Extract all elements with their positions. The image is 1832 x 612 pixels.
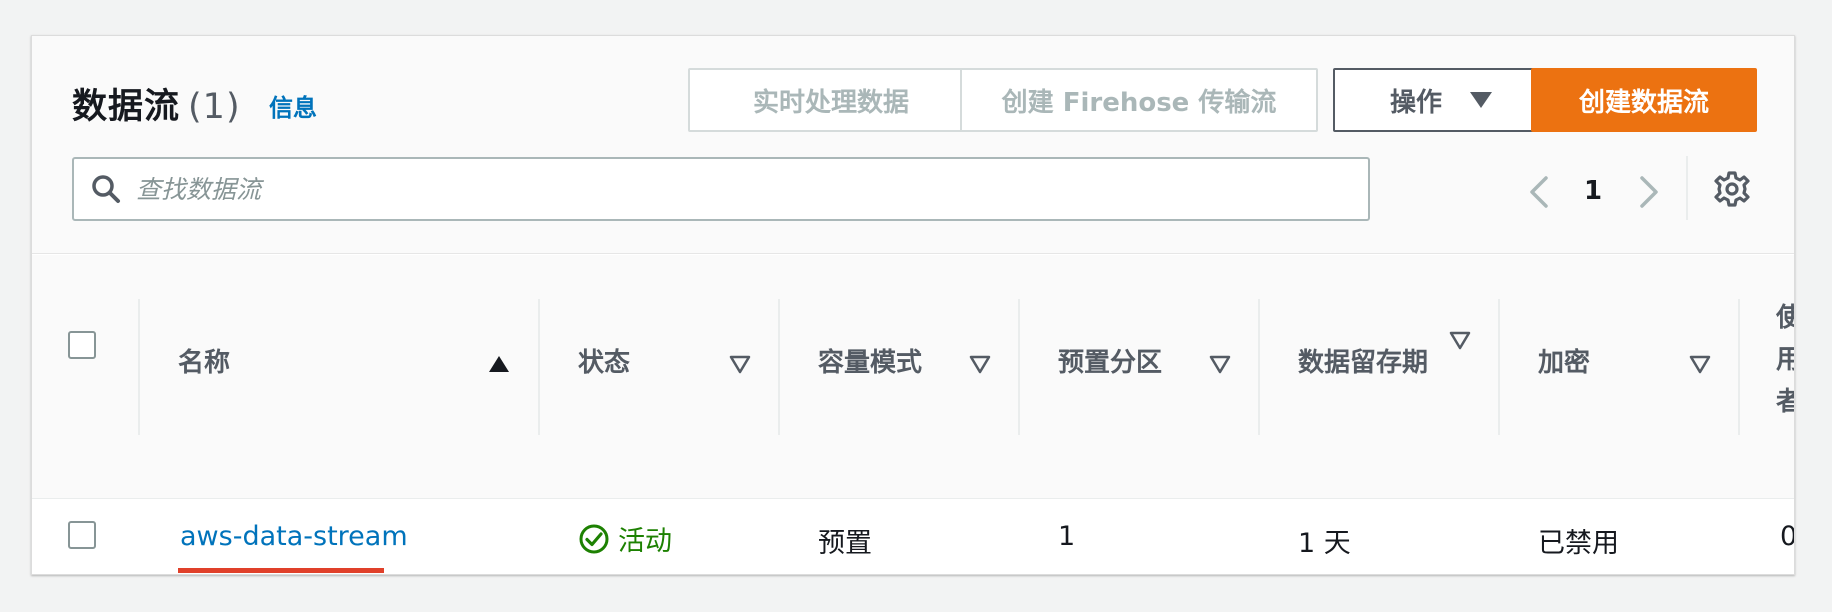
current-page[interactable]: 1	[1584, 176, 1602, 206]
info-link[interactable]: 信息	[269, 88, 317, 123]
search-icon	[92, 175, 120, 203]
column-header-label: 容量模式	[818, 348, 923, 378]
column-header-retention[interactable]: 数据留存期	[1298, 295, 1428, 431]
sort-none-icon[interactable]	[969, 353, 991, 375]
column-header-consumers[interactable]: 使用者	[1776, 297, 1794, 423]
encryption-cell: 已禁用	[1538, 528, 1619, 559]
consumers-cell: 0	[1780, 521, 1794, 552]
column-separator	[1018, 299, 1020, 435]
stream-count: (1)	[188, 87, 241, 127]
column-separator	[1498, 299, 1500, 435]
column-header-label: 预置分区	[1058, 348, 1163, 378]
actions-dropdown-label: 操作	[1389, 87, 1442, 118]
status-ok-icon	[579, 524, 609, 553]
column-separator	[778, 299, 780, 435]
column-header-status[interactable]: 状态	[578, 295, 718, 431]
page-title-text: 数据流	[72, 87, 181, 127]
table-row: aws-data-stream 活动 预置 1 1 天 已禁用 0	[32, 499, 1794, 574]
status-text: 活动	[618, 526, 672, 557]
sort-ascending-icon[interactable]	[488, 353, 510, 375]
pager-divider	[1686, 156, 1688, 220]
status-cell: 活动	[578, 519, 672, 558]
gear-icon[interactable]	[1713, 170, 1751, 208]
create-data-stream-button[interactable]: 创建数据流	[1531, 68, 1757, 132]
sort-none-icon[interactable]	[1209, 353, 1231, 375]
retention-cell: 1 天	[1298, 528, 1351, 559]
column-header-label: 状态	[578, 348, 631, 378]
data-streams-panel: 数据流 (1) 信息 实时处理数据 创建 Firehose 传输流 操作 创建数据…	[31, 35, 1795, 575]
caret-down-icon	[1470, 92, 1492, 108]
column-header-label: 加密	[1538, 348, 1591, 378]
table-header: 名称 状态 容量模式 预置分区 数据留存期 加密	[32, 255, 1794, 499]
stream-name-link[interactable]: aws-data-stream	[180, 521, 408, 552]
column-header-provisioned-shards[interactable]: 预置分区	[1058, 295, 1208, 431]
row-checkbox[interactable]	[68, 521, 96, 549]
column-header-capacity-mode[interactable]: 容量模式	[818, 295, 968, 431]
actions-dropdown[interactable]: 操作	[1333, 68, 1549, 132]
column-separator	[538, 299, 540, 435]
search-input[interactable]	[136, 174, 1316, 204]
capacity-mode-cell: 预置	[818, 528, 872, 559]
column-separator	[1738, 299, 1740, 435]
sort-none-icon[interactable]	[1689, 353, 1711, 375]
column-header-name[interactable]: 名称	[178, 295, 468, 431]
select-all-checkbox[interactable]	[68, 331, 96, 359]
provisioned-shards-cell: 1	[1058, 521, 1076, 552]
chevron-left-icon[interactable]	[1522, 172, 1558, 212]
annotation-underline	[178, 568, 384, 573]
sort-none-icon[interactable]	[729, 353, 751, 375]
column-separator	[138, 299, 140, 435]
create-firehose-button[interactable]: 创建 Firehose 传输流	[960, 68, 1318, 132]
page-title: 数据流 (1)	[72, 78, 241, 129]
sort-none-icon[interactable]	[1449, 329, 1471, 351]
process-realtime-button[interactable]: 实时处理数据	[688, 68, 974, 132]
column-separator	[1258, 299, 1260, 435]
panel-header: 数据流 (1) 信息 实时处理数据 创建 Firehose 传输流 操作 创建数据…	[32, 36, 1794, 254]
column-header-encryption[interactable]: 加密	[1538, 295, 1688, 431]
search-box[interactable]	[72, 157, 1370, 221]
chevron-right-icon[interactable]	[1630, 172, 1666, 212]
column-header-label: 名称	[178, 348, 231, 378]
column-header-label: 数据留存期	[1298, 348, 1429, 378]
